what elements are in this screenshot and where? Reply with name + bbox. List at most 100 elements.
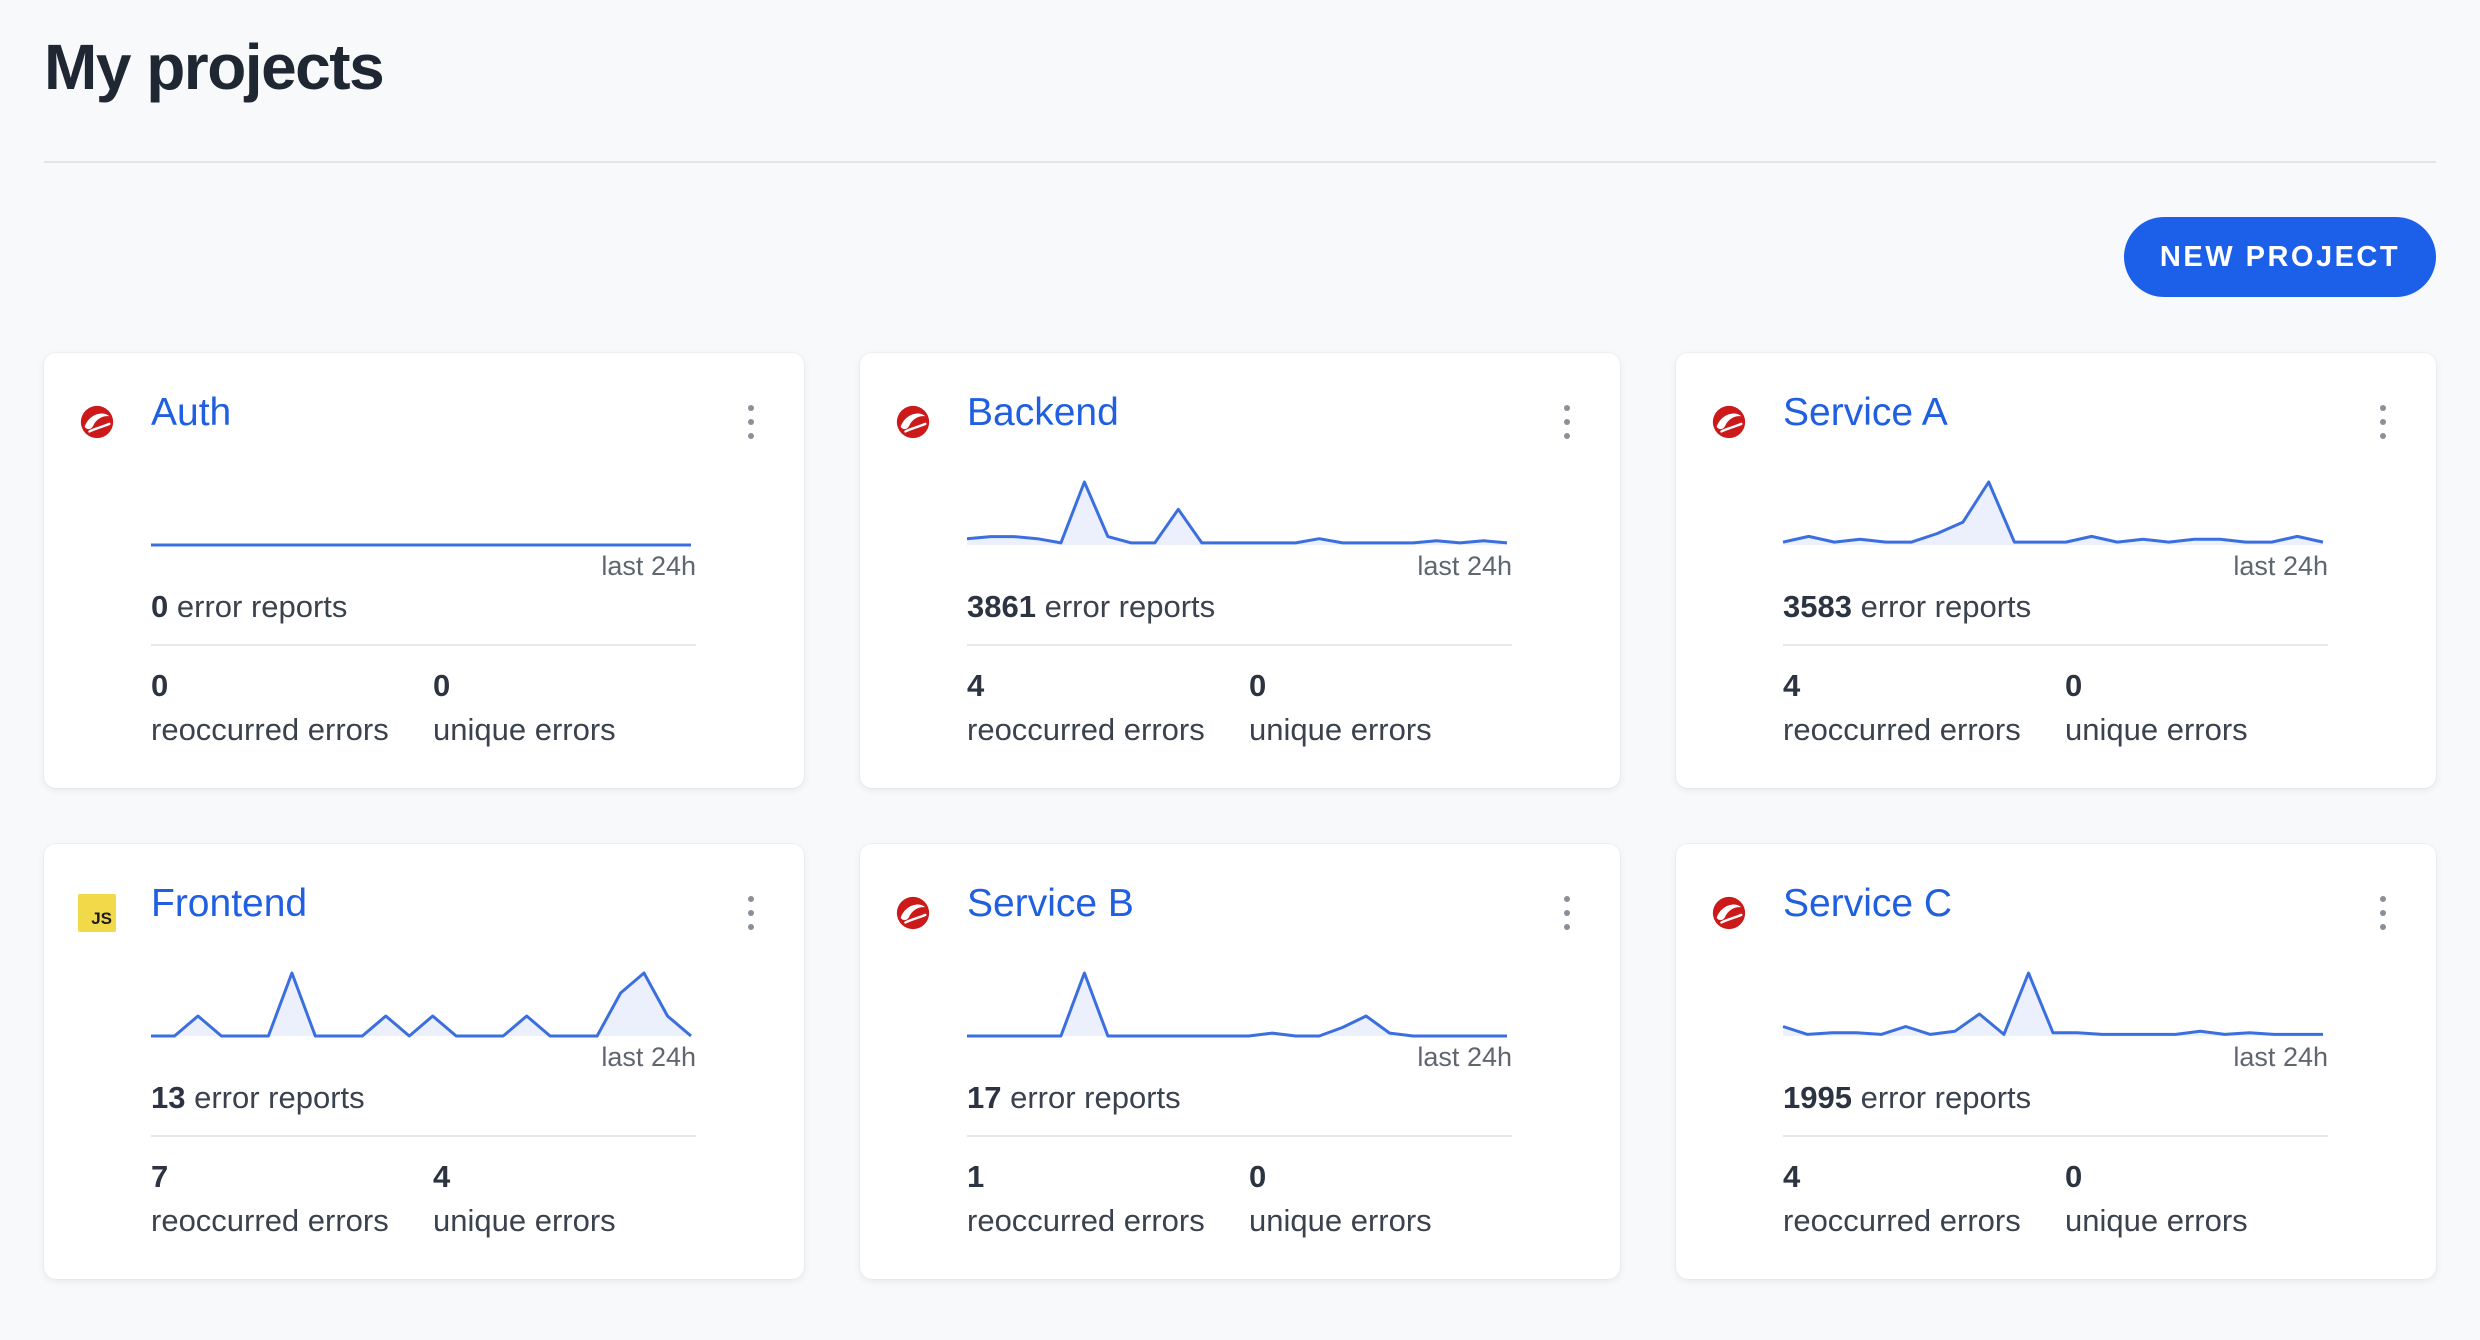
new-project-button[interactable]: NEW PROJECT <box>2124 217 2436 297</box>
more-options-icon[interactable] <box>2376 405 2390 439</box>
error-reports-summary: 0 error reports <box>151 589 347 625</box>
errors-sparkline <box>1782 480 2324 545</box>
reoccurred-errors-label: reoccurred errors <box>1783 1203 2021 1238</box>
sparkline-area <box>1783 973 2323 1036</box>
sparkline-line <box>1782 971 2323 1036</box>
sparkline-line <box>966 480 1508 545</box>
error-reports-summary: 17 error reports <box>967 1080 1181 1116</box>
reoccurred-errors-stat: 1 reoccurred errors <box>967 1159 1205 1239</box>
project-card: Backend last 24h 3861 error reports 4 re… <box>860 353 1620 788</box>
unique-errors-label: unique errors <box>1249 1203 1432 1238</box>
ruby-icon <box>80 405 114 439</box>
reoccurred-errors-count: 1 <box>967 1159 985 1194</box>
reoccurred-errors-count: 0 <box>151 668 169 703</box>
unique-errors-count: 0 <box>2065 668 2083 703</box>
time-range-label: last 24h <box>601 1042 696 1072</box>
ruby-icon <box>1712 405 1746 439</box>
error-reports-label: error reports <box>1860 589 2032 624</box>
error-reports-count: 3861 <box>967 589 1036 624</box>
card-divider <box>1783 1135 2328 1137</box>
errors-sparkline <box>151 971 692 1038</box>
unique-errors-count: 0 <box>1249 668 1267 703</box>
error-reports-label: error reports <box>1044 589 1216 624</box>
error-reports-count: 13 <box>151 1080 186 1115</box>
unique-errors-count: 0 <box>1249 1159 1267 1194</box>
sparkline-line <box>1782 480 2324 544</box>
project-card: JS Frontend last 24h 13 error reports 7 … <box>44 844 804 1279</box>
error-reports-count: 1995 <box>1783 1080 1852 1115</box>
more-options-icon[interactable] <box>744 896 758 930</box>
reoccurred-errors-label: reoccurred errors <box>151 712 389 747</box>
unique-errors-label: unique errors <box>2065 712 2248 747</box>
reoccurred-errors-count: 7 <box>151 1159 169 1194</box>
reoccurred-errors-label: reoccurred errors <box>1783 712 2021 747</box>
error-reports-label: error reports <box>176 589 348 624</box>
errors-sparkline <box>151 543 691 547</box>
card-divider <box>967 1135 1512 1137</box>
reoccurred-errors-stat: 4 reoccurred errors <box>1783 668 2021 748</box>
unique-errors-count: 0 <box>2065 1159 2083 1194</box>
error-reports-label: error reports <box>194 1080 365 1115</box>
card-divider <box>1783 644 2328 646</box>
reoccurred-errors-count: 4 <box>1783 668 1801 703</box>
project-card: Service B last 24h 17 error reports 1 re… <box>860 844 1620 1279</box>
project-name-link[interactable]: Backend <box>967 391 1119 435</box>
js-icon: JS <box>78 894 116 932</box>
unique-errors-stat: 0 unique errors <box>1249 1159 1432 1239</box>
error-reports-count: 0 <box>151 589 169 624</box>
project-name-link[interactable]: Service A <box>1783 391 1948 435</box>
unique-errors-label: unique errors <box>1249 712 1432 747</box>
project-name-link[interactable]: Service B <box>967 882 1134 926</box>
reoccurred-errors-count: 4 <box>967 668 985 703</box>
error-reports-count: 3583 <box>1783 589 1852 624</box>
project-card: Auth last 24h 0 error reports 0 reoccurr… <box>44 353 804 788</box>
sparkline-area <box>1783 482 2323 545</box>
reoccurred-errors-stat: 0 reoccurred errors <box>151 668 389 748</box>
card-divider <box>151 1135 696 1137</box>
errors-sparkline <box>966 480 1508 545</box>
reoccurred-errors-stat: 4 reoccurred errors <box>1783 1159 2021 1239</box>
sparkline-area <box>967 482 1507 545</box>
error-reports-summary: 1995 error reports <box>1783 1080 2031 1116</box>
error-reports-summary: 3861 error reports <box>967 589 1215 625</box>
time-range-label: last 24h <box>1417 1042 1512 1072</box>
unique-errors-label: unique errors <box>433 1203 616 1238</box>
card-divider <box>151 644 696 646</box>
sparkline-line <box>967 971 1507 1038</box>
error-reports-summary: 3583 error reports <box>1783 589 2031 625</box>
reoccurred-errors-label: reoccurred errors <box>967 712 1205 747</box>
more-options-icon[interactable] <box>744 405 758 439</box>
unique-errors-count: 0 <box>433 668 451 703</box>
errors-sparkline <box>967 971 1507 1038</box>
reoccurred-errors-stat: 7 reoccurred errors <box>151 1159 389 1239</box>
unique-errors-stat: 4 unique errors <box>433 1159 616 1239</box>
ruby-icon <box>1712 896 1746 930</box>
reoccurred-errors-label: reoccurred errors <box>151 1203 389 1238</box>
reoccurred-errors-count: 4 <box>1783 1159 1801 1194</box>
reoccurred-errors-stat: 4 reoccurred errors <box>967 668 1205 748</box>
time-range-label: last 24h <box>2233 1042 2328 1072</box>
error-reports-summary: 13 error reports <box>151 1080 365 1116</box>
time-range-label: last 24h <box>1417 551 1512 581</box>
project-name-link[interactable]: Auth <box>151 391 231 435</box>
ruby-icon <box>896 405 930 439</box>
reoccurred-errors-label: reoccurred errors <box>967 1203 1205 1238</box>
errors-sparkline <box>1782 971 2323 1036</box>
error-reports-count: 17 <box>967 1080 1002 1115</box>
unique-errors-label: unique errors <box>433 712 616 747</box>
error-reports-label: error reports <box>1010 1080 1181 1115</box>
unique-errors-stat: 0 unique errors <box>2065 668 2248 748</box>
unique-errors-label: unique errors <box>2065 1203 2248 1238</box>
project-name-link[interactable]: Service C <box>1783 882 1952 926</box>
projects-grid: Auth last 24h 0 error reports 0 reoccurr… <box>44 353 2436 1279</box>
error-reports-label: error reports <box>1860 1080 2032 1115</box>
more-options-icon[interactable] <box>2376 896 2390 930</box>
sparkline-area <box>967 973 1507 1036</box>
more-options-icon[interactable] <box>1560 405 1574 439</box>
unique-errors-count: 4 <box>433 1159 451 1194</box>
page-title: My projects <box>44 31 385 103</box>
card-divider <box>967 644 1512 646</box>
project-name-link[interactable]: Frontend <box>151 882 307 926</box>
more-options-icon[interactable] <box>1560 896 1574 930</box>
header-divider <box>44 161 2436 163</box>
